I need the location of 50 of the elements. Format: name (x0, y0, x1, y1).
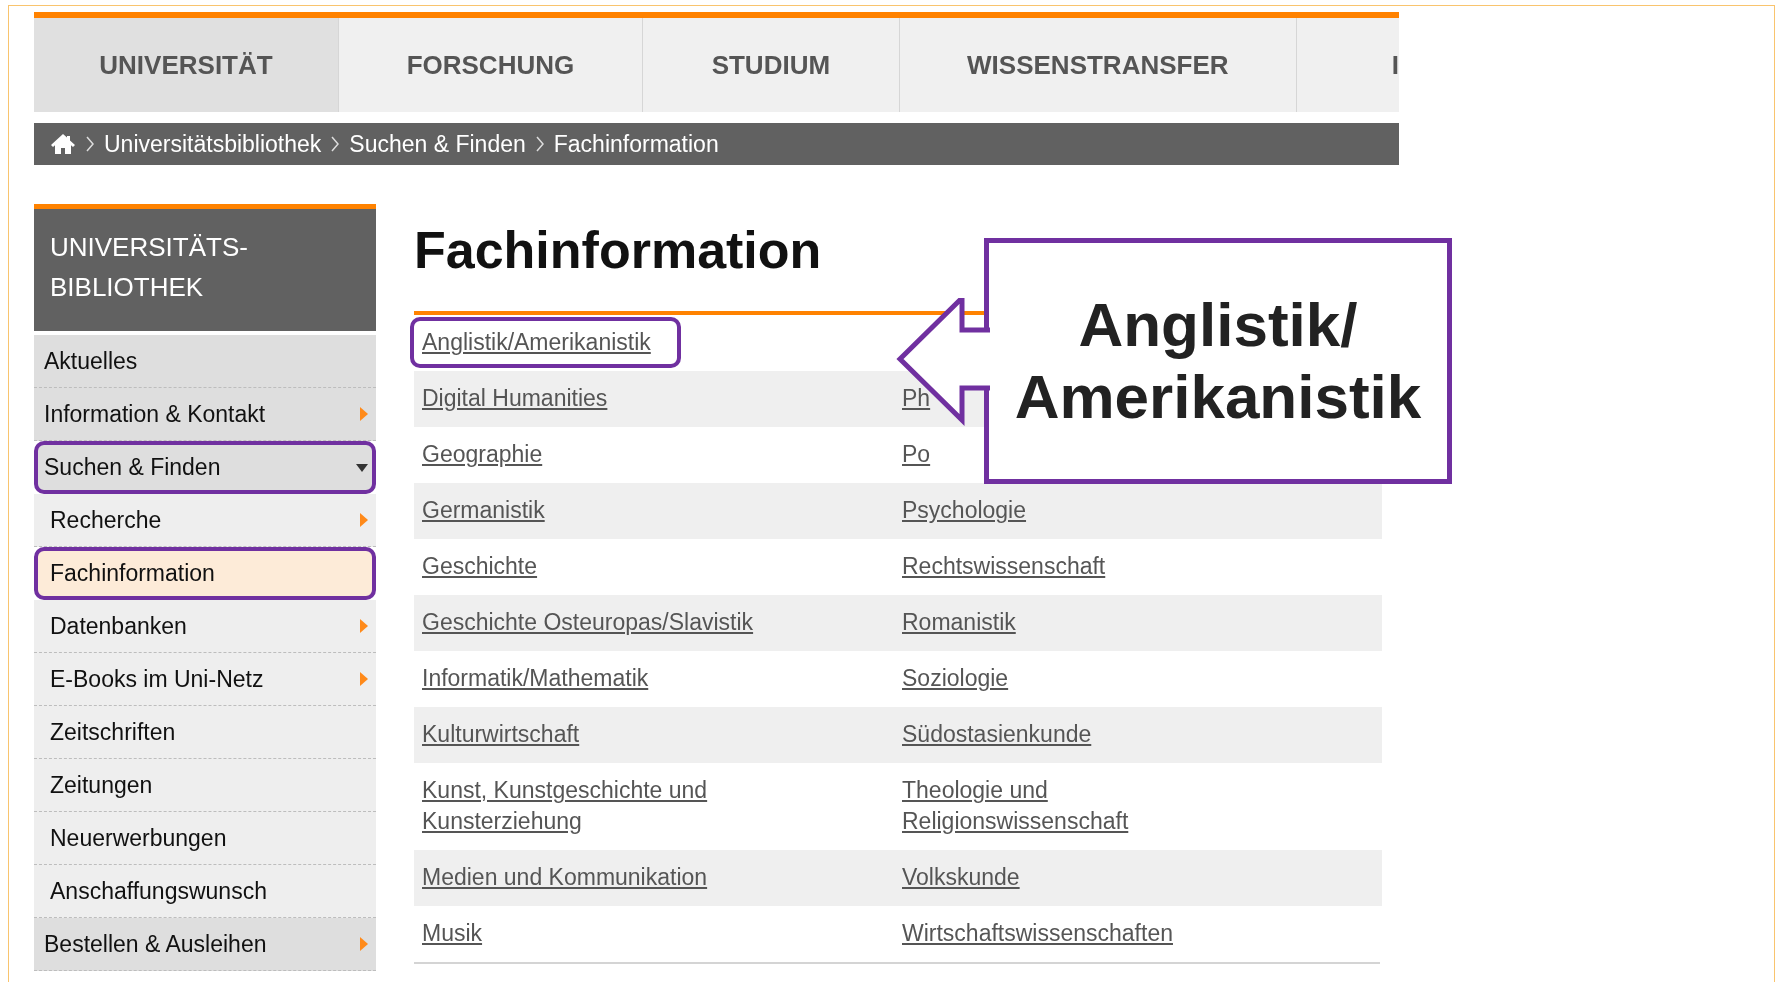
subject-link[interactable]: Geschichte Osteuropas/Slavistik (422, 607, 754, 638)
sidebar-item[interactable]: Datenbanken (34, 600, 376, 653)
sidebar-item[interactable]: Recherche (34, 494, 376, 547)
subject-link[interactable]: Soziologie (902, 663, 1009, 694)
chevron-right-icon (535, 136, 544, 152)
sidebar-item[interactable]: Suchen & Finden (34, 441, 376, 494)
subject-link[interactable]: Psychologie (902, 495, 1027, 526)
callout-text: Anglistik/ Amerikanistik (1014, 289, 1422, 433)
sidebar-item[interactable]: Aktuelles (34, 335, 376, 388)
home-icon[interactable] (50, 133, 76, 155)
sidebar-item[interactable]: Zeitschriften (34, 706, 376, 759)
sidebar-item[interactable]: Information & Kontakt (34, 388, 376, 441)
subject-link[interactable]: Ph (902, 383, 931, 414)
subject-link[interactable]: Po (902, 439, 931, 470)
sidebar-item[interactable]: Neuerwerbungen (34, 812, 376, 865)
subject-link[interactable]: Digital Humanities (422, 383, 608, 414)
sidebar-item[interactable]: E-Books im Uni-Netz (34, 653, 376, 706)
caret-right-icon (360, 407, 368, 421)
chevron-right-icon (86, 136, 94, 152)
page-heading: Fachinformation (414, 220, 823, 281)
sidebar-item[interactable]: Fachinformation (34, 547, 376, 600)
subject-link[interactable]: Musik (422, 918, 483, 949)
subject-link[interactable]: Geschichte (422, 551, 538, 582)
sidebar-title: UNIVERSITÄTS-BIBLIOTHEK (34, 204, 376, 331)
subject-link[interactable]: Geographie (422, 439, 543, 470)
subject-link[interactable]: Volkskunde (902, 862, 1020, 893)
caret-down-icon (356, 463, 368, 472)
sidebar-item[interactable]: Zeitungen (34, 759, 376, 812)
caret-right-icon (360, 513, 368, 527)
subject-link[interactable]: Anglistik/Amerikanistik (410, 317, 681, 368)
subject-link[interactable]: Rechtswissenschaft (902, 551, 1106, 582)
nav-tab[interactable]: UNIVERSITÄT (34, 18, 339, 112)
subject-link[interactable]: Theologie und Religionswissenschaft (902, 775, 1262, 837)
subject-link[interactable]: Romanistik (902, 607, 1016, 638)
breadcrumb-link[interactable]: Suchen & Finden (349, 130, 526, 158)
breadcrumb-link[interactable]: Universitätsbibliothek (104, 130, 322, 158)
caret-right-icon (360, 619, 368, 633)
subject-link[interactable]: Südostasienkunde (902, 719, 1092, 750)
subject-link[interactable]: Informatik/Mathematik (422, 663, 649, 694)
breadcrumb-link[interactable]: Fachinformation (553, 130, 719, 158)
subject-link[interactable]: Wirtschaftswissenschaften (902, 918, 1173, 949)
subject-link[interactable]: Germanistik (422, 495, 545, 526)
sidebar-item[interactable]: Bestellen & Ausleihen (34, 918, 376, 971)
subject-link[interactable]: Medien und Kommunikation (422, 862, 708, 893)
sidebar-item[interactable]: Anschaffungswunsch (34, 865, 376, 918)
caret-right-icon (360, 937, 368, 951)
subject-link[interactable]: Kunst, Kunstgeschichte und Kunsterziehung (422, 775, 782, 837)
subject-link[interactable]: Kulturwirtschaft (422, 719, 580, 750)
chevron-right-icon (331, 136, 340, 152)
caret-right-icon (360, 672, 368, 686)
